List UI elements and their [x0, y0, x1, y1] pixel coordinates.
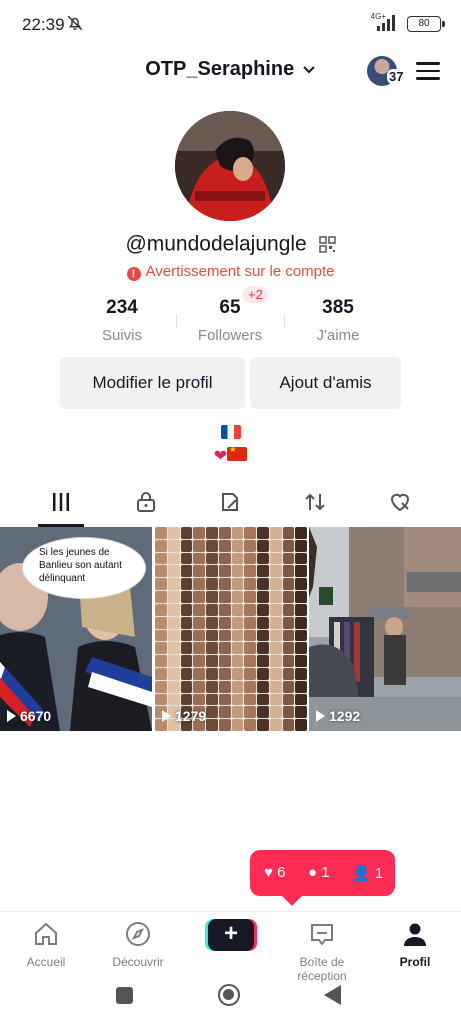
- system-navigation: [0, 970, 461, 1024]
- lock-icon[interactable]: [134, 490, 158, 514]
- qr-code-icon[interactable]: [318, 236, 336, 253]
- video-views: 1292: [316, 708, 360, 724]
- profile-handle: @mundodelajungle: [125, 232, 307, 256]
- home-icon: [35, 922, 57, 945]
- likes-notification: ♥ 6: [264, 864, 286, 881]
- likes-count: 385: [322, 297, 354, 318]
- arrows-icon[interactable]: [303, 490, 327, 514]
- signal-icon: [377, 15, 395, 31]
- hamburger-menu-icon[interactable]: [416, 62, 440, 82]
- following-label: Suivis: [101, 327, 142, 344]
- bell-muted-icon: [67, 15, 83, 31]
- account-warning[interactable]: ! Avertissement sur le compte: [0, 263, 461, 281]
- comments-notification: ● 1: [308, 864, 330, 881]
- plus-icon: +: [208, 919, 254, 951]
- followers-notification: 👤 1: [352, 865, 384, 882]
- edit-profile-button[interactable]: Modifier le profil: [60, 357, 245, 409]
- bottom-navigation: Accueil Découvrir + Boîte de réception P…: [0, 911, 461, 983]
- inbox-icon: [311, 924, 333, 946]
- video-views: 1279: [162, 708, 206, 724]
- back-icon[interactable]: [324, 985, 341, 1005]
- status-bar: 22:39 4G+ 80: [0, 0, 461, 48]
- speech-bubble: Si les jeunes de Banlieu son autant déli…: [22, 537, 146, 599]
- stat-following[interactable]: 234 Suivis: [67, 297, 177, 344]
- chevron-down-icon: [303, 66, 315, 74]
- china-flag-icon: [227, 445, 248, 461]
- nav-profile[interactable]: Profil: [369, 920, 461, 969]
- stat-likes[interactable]: 385 J'aime: [283, 297, 393, 344]
- create-button[interactable]: +: [205, 919, 257, 951]
- bio-line-2: ❤: [0, 445, 461, 466]
- new-followers-badge: +2: [243, 286, 268, 303]
- warning-icon: !: [126, 267, 141, 281]
- battery-indicator: 80: [407, 16, 445, 32]
- content-tabs: [0, 484, 461, 528]
- followers-label: Followers: [197, 327, 263, 344]
- videos-grid: Si les jeunes de Banlieu son autant déli…: [0, 527, 461, 731]
- add-friends-button[interactable]: Ajout d'amis: [250, 357, 401, 409]
- video-thumbnail[interactable]: 1279: [155, 527, 307, 731]
- play-icon: [162, 710, 171, 722]
- nav-discover[interactable]: Découvrir: [92, 920, 184, 969]
- heart-icon: ♥: [264, 864, 273, 881]
- recent-apps-icon[interactable]: [116, 987, 133, 1004]
- profile-avatar[interactable]: [175, 111, 285, 221]
- profile-header: OTP_Seraphine 37: [0, 52, 461, 92]
- france-flag-icon: [220, 425, 241, 439]
- faces-collage: [155, 527, 307, 731]
- play-icon: [7, 710, 16, 722]
- stat-followers[interactable]: 65 Followers: [175, 297, 285, 344]
- video-thumbnail[interactable]: 1292: [309, 527, 461, 731]
- warning-text: Avertissement sur le compte: [145, 263, 335, 280]
- status-time: 22:39: [22, 15, 65, 34]
- comment-icon: ●: [308, 864, 318, 881]
- followers-count: 65: [219, 297, 241, 318]
- video-views: 6670: [7, 708, 51, 724]
- compass-icon: [126, 922, 150, 946]
- bio-line-1: [0, 424, 461, 444]
- profile-handle-row: @mundodelajungle: [0, 232, 461, 256]
- liked-heart-icon[interactable]: [388, 490, 412, 514]
- repost-icon[interactable]: [218, 490, 242, 514]
- person-icon: 👤: [352, 865, 371, 882]
- following-count: 234: [106, 297, 138, 318]
- red-heart-icon: ❤: [213, 448, 228, 465]
- video-thumbnail[interactable]: Si les jeunes de Banlieu son autant déli…: [0, 527, 152, 731]
- play-icon: [316, 710, 325, 722]
- likes-label: J'aime: [316, 327, 360, 344]
- activity-notification[interactable]: ♥ 6 ● 1 👤 1: [250, 850, 395, 896]
- notification-count-badge: 37: [387, 69, 406, 84]
- username: OTP_Seraphine: [145, 58, 295, 81]
- profile-icon: [404, 923, 426, 946]
- videos-grid-icon[interactable]: [49, 490, 73, 514]
- home-button-icon[interactable]: [218, 984, 240, 1006]
- nav-home[interactable]: Accueil: [0, 920, 92, 969]
